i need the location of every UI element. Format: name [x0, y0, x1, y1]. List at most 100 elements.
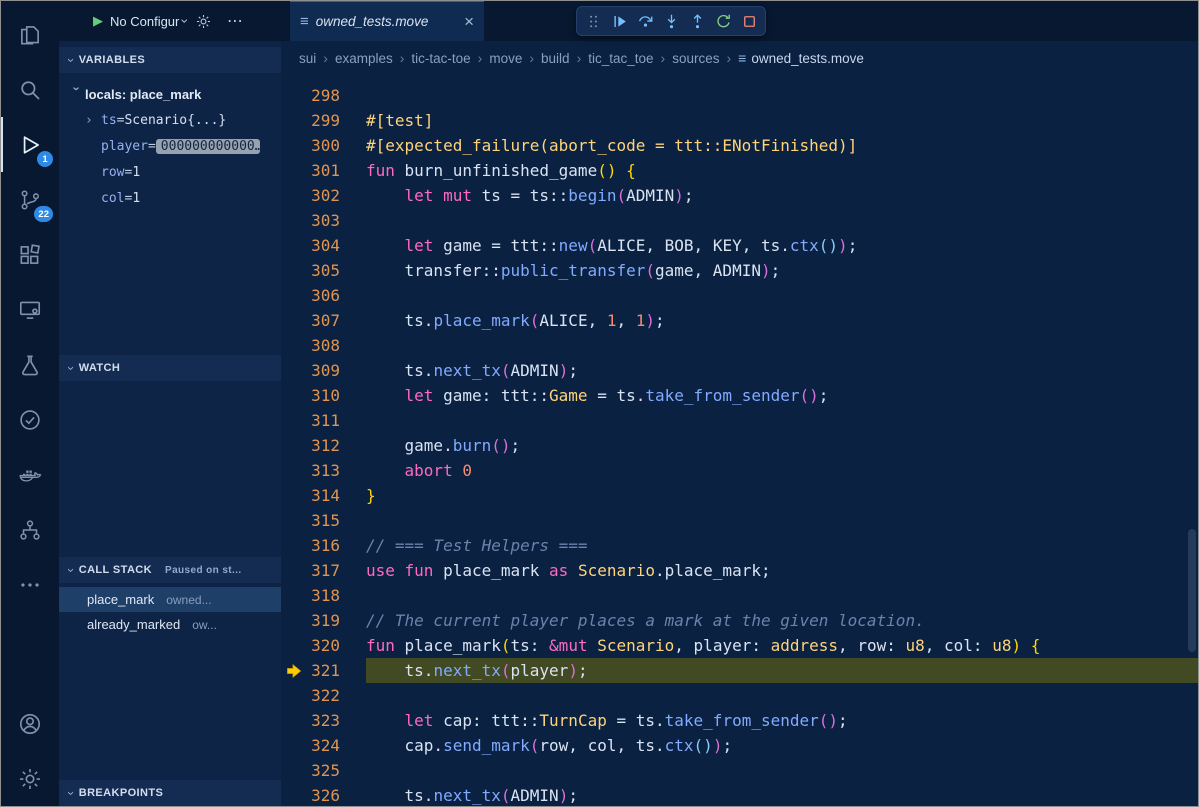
breadcrumb-item[interactable]: ≡owned_tests.move [738, 50, 864, 66]
line-number[interactable]: 300 [306, 133, 366, 158]
activity-tasks[interactable] [1, 392, 59, 447]
code-text[interactable] [366, 83, 1198, 108]
line-number[interactable]: 304 [306, 233, 366, 258]
line-number[interactable]: 315 [306, 508, 366, 533]
close-tab-icon[interactable]: × [464, 13, 474, 30]
breadcrumb-item[interactable]: move [489, 51, 522, 66]
line-number[interactable]: 316 [306, 533, 366, 558]
code-text[interactable] [366, 583, 1198, 608]
step-into-button[interactable] [659, 9, 683, 33]
code-text[interactable] [366, 208, 1198, 233]
debug-config-dropdown[interactable]: No Configur › [110, 13, 188, 29]
code-text[interactable]: // The current player places a mark at t… [366, 608, 1198, 633]
activity-docker[interactable] [1, 447, 59, 502]
code-text[interactable]: game.burn(); [366, 433, 1198, 458]
line-number[interactable]: 301 [306, 158, 366, 183]
breadcrumb-item[interactable]: tic-tac-toe [411, 51, 470, 66]
line-number[interactable]: 302 [306, 183, 366, 208]
variable-row[interactable]: player = 000000000000… [59, 133, 281, 159]
line-number[interactable]: 326 [306, 783, 366, 806]
variables-section-header[interactable]: › VARIABLES [59, 47, 281, 73]
breadcrumb-item[interactable]: sources [672, 51, 719, 66]
line-number[interactable]: 324 [306, 733, 366, 758]
breadcrumb-item[interactable]: tic_tac_toe [588, 51, 653, 66]
start-debugging-icon[interactable]: ▶ [93, 13, 103, 29]
continue-button[interactable] [607, 9, 631, 33]
code-text[interactable]: ts.next_tx(player); [366, 658, 1198, 683]
line-number[interactable]: 307 [306, 308, 366, 333]
code-text[interactable]: cap.send_mark(row, col, ts.ctx()); [366, 733, 1198, 758]
code-text[interactable]: let game = ttt::new(ALICE, BOB, KEY, ts.… [366, 233, 1198, 258]
line-number[interactable]: 325 [306, 758, 366, 783]
line-number[interactable]: 314 [306, 483, 366, 508]
code-text[interactable] [366, 333, 1198, 358]
chevron-right-icon[interactable]: › [85, 113, 101, 128]
restart-button[interactable] [711, 9, 735, 33]
line-number[interactable]: 323 [306, 708, 366, 733]
code-text[interactable]: #[expected_failure(abort_code = ttt::ENo… [366, 133, 1198, 158]
line-number[interactable]: 308 [306, 333, 366, 358]
line-number[interactable]: 321 [306, 658, 366, 683]
breadcrumb-item[interactable]: examples [335, 51, 393, 66]
activity-testing[interactable] [1, 337, 59, 392]
variable-row[interactable]: col = 1 [59, 185, 281, 211]
code-text[interactable] [366, 758, 1198, 783]
line-number[interactable]: 310 [306, 383, 366, 408]
line-number[interactable]: 303 [306, 208, 366, 233]
line-number[interactable]: 305 [306, 258, 366, 283]
activity-run-and-debug[interactable]: 1 [1, 117, 59, 172]
code-text[interactable]: let mut ts = ts::begin(ADMIN); [366, 183, 1198, 208]
code-text[interactable]: transfer::public_transfer(game, ADMIN); [366, 258, 1198, 283]
activity-more-views[interactable] [1, 557, 59, 612]
activity-source-control[interactable]: 22 [1, 172, 59, 227]
line-number[interactable]: 309 [306, 358, 366, 383]
code-text[interactable]: // === Test Helpers === [366, 533, 1198, 558]
line-number[interactable]: 311 [306, 408, 366, 433]
call-stack-section-header[interactable]: › CALL STACK Paused on st... [59, 557, 281, 583]
call-stack-frame[interactable]: place_markowned... [59, 587, 281, 612]
code-text[interactable]: let game: ttt::Game = ts.take_from_sende… [366, 383, 1198, 408]
code-text[interactable]: ts.next_tx(ADMIN); [366, 783, 1198, 806]
scrollbar-thumb[interactable] [1188, 529, 1196, 652]
code-text[interactable]: abort 0 [366, 458, 1198, 483]
activity-remote-explorer[interactable] [1, 282, 59, 337]
line-number[interactable]: 322 [306, 683, 366, 708]
debug-gear-icon[interactable] [195, 13, 212, 30]
watch-section-header[interactable]: › WATCH [59, 355, 281, 381]
breadcrumb-item[interactable]: build [541, 51, 570, 66]
breakpoints-section-header[interactable]: › BREAKPOINTS [59, 780, 281, 806]
code-text[interactable]: ts.next_tx(ADMIN); [366, 358, 1198, 383]
tab-owned-tests-move[interactable]: ≡ owned_tests.move × [290, 1, 484, 41]
step-over-button[interactable] [633, 9, 657, 33]
editor-scrollbar[interactable] [1187, 79, 1197, 804]
variables-scope-row[interactable]: › locals: place_mark [59, 81, 281, 107]
variable-row[interactable]: ›ts = Scenario{...} [59, 107, 281, 133]
more-actions-icon[interactable]: ⋯ [227, 11, 244, 31]
code-text[interactable] [366, 408, 1198, 433]
activity-settings[interactable] [1, 751, 59, 806]
code-text[interactable]: use fun place_mark as Scenario.place_mar… [366, 558, 1198, 583]
code-text[interactable]: ts.place_mark(ALICE, 1, 1); [366, 308, 1198, 333]
variable-row[interactable]: row = 1 [59, 159, 281, 185]
line-number[interactable]: 317 [306, 558, 366, 583]
code-text[interactable]: let cap: ttt::TurnCap = ts.take_from_sen… [366, 708, 1198, 733]
line-number[interactable]: 320 [306, 633, 366, 658]
breadcrumb-item[interactable]: sui [299, 51, 316, 66]
activity-search[interactable] [1, 62, 59, 117]
line-number[interactable]: 298 [306, 83, 366, 108]
line-number[interactable]: 299 [306, 108, 366, 133]
code-text[interactable]: fun burn_unfinished_game() { [366, 158, 1198, 183]
line-number[interactable]: 319 [306, 608, 366, 633]
call-stack-frame[interactable]: already_markedow... [59, 612, 281, 637]
code-text[interactable] [366, 683, 1198, 708]
activity-organization[interactable] [1, 502, 59, 557]
code-text[interactable]: fun place_mark(ts: &mut Scenario, player… [366, 633, 1198, 658]
line-number[interactable]: 312 [306, 433, 366, 458]
activity-extensions[interactable] [1, 227, 59, 282]
activity-accounts[interactable] [1, 696, 59, 751]
activity-explorer[interactable] [1, 7, 59, 62]
code-text[interactable]: } [366, 483, 1198, 508]
code-text[interactable] [366, 283, 1198, 308]
line-number[interactable]: 313 [306, 458, 366, 483]
drag-handle[interactable] [581, 9, 605, 33]
